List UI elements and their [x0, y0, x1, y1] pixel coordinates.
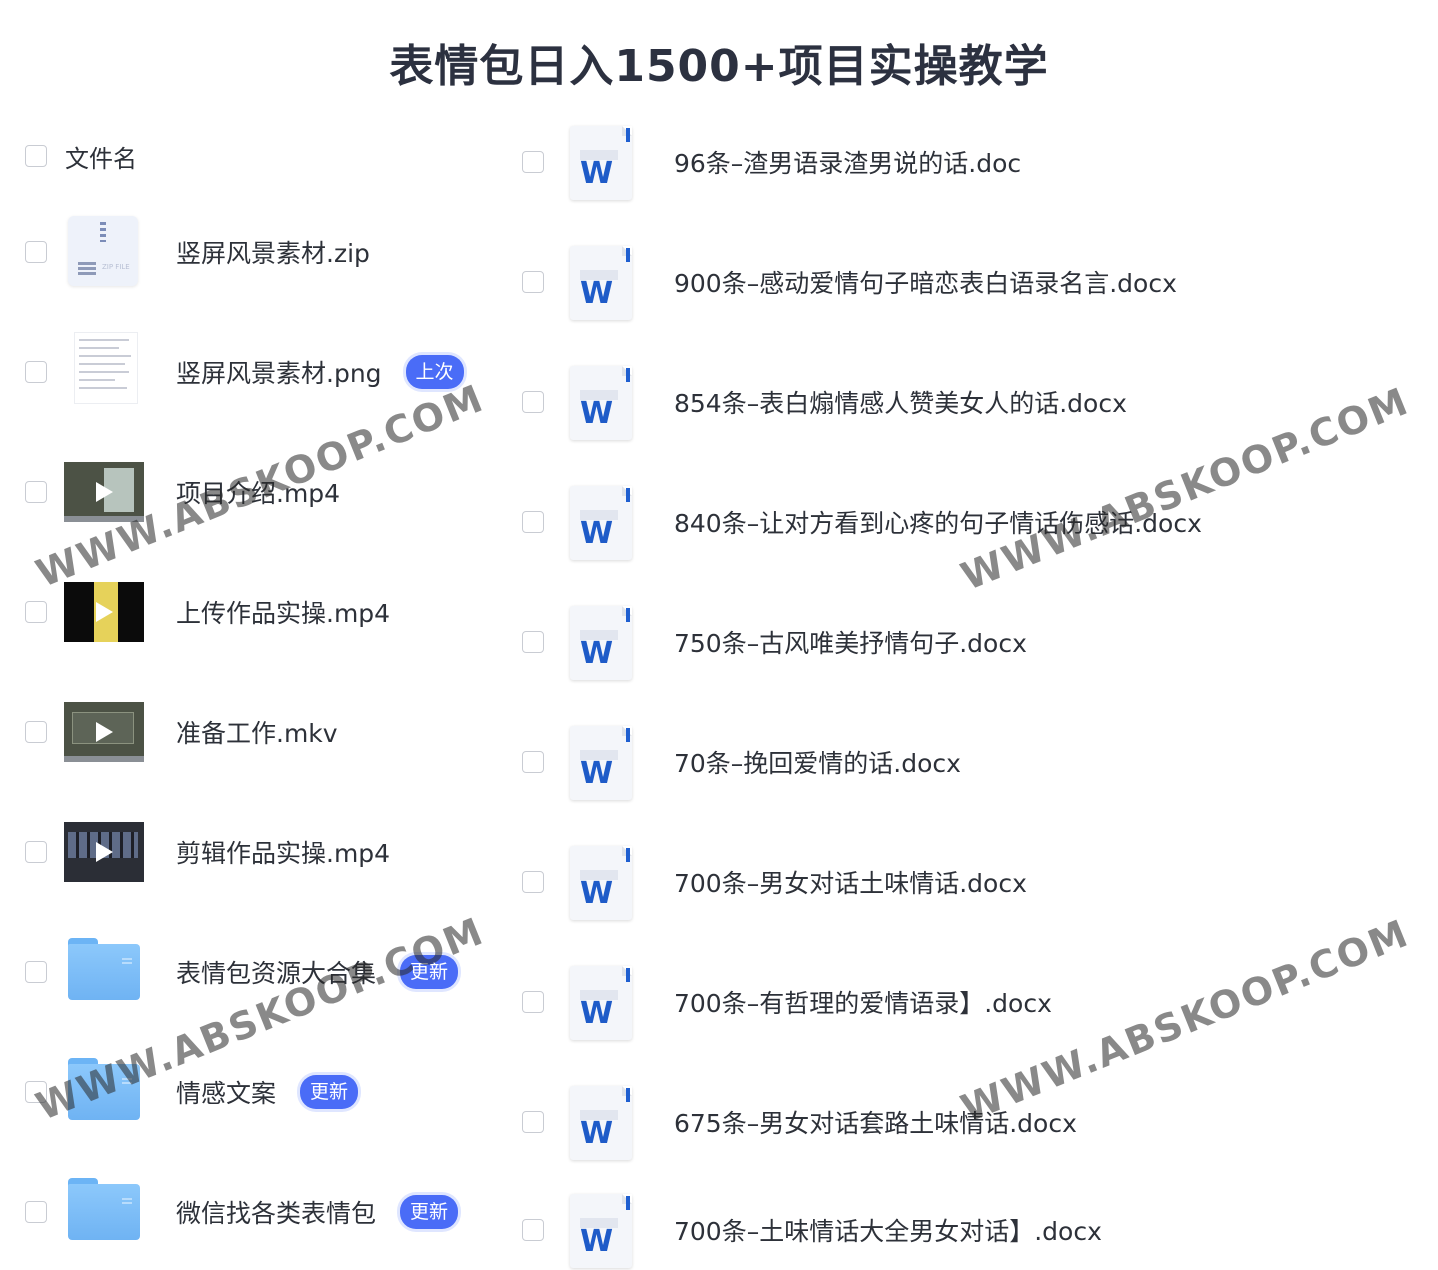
file-checkbox[interactable]	[522, 871, 544, 893]
file-checkbox[interactable]	[522, 631, 544, 653]
file-row[interactable]: W 70条–挽回爱情的话.docx	[0, 722, 961, 802]
word-icon: W	[568, 122, 634, 202]
file-name[interactable]: 900条–感动爱情句子暗恋表白语录名言.docx	[674, 264, 1177, 300]
word-icon: W	[568, 842, 634, 922]
file-name[interactable]: 700条–有哲理的爱情语录】.docx	[674, 984, 1052, 1020]
page-title: 表情包日入1500+项目实操教学	[389, 41, 1049, 92]
file-checkbox[interactable]	[522, 1111, 544, 1133]
file-row[interactable]: W 900条–感动爱情句子暗恋表白语录名言.docx	[0, 242, 1177, 322]
file-row[interactable]: W 700条–有哲理的爱情语录】.docx	[0, 962, 1052, 1042]
file-name[interactable]: 70条–挽回爱情的话.docx	[674, 744, 961, 780]
file-row[interactable]: W 700条–土味情话大全男女对话】.docx	[0, 1190, 1102, 1270]
word-icon: W	[568, 722, 634, 802]
file-row[interactable]: W 750条–古风唯美抒情句子.docx	[0, 602, 1027, 682]
word-icon: W	[568, 1190, 634, 1270]
file-checkbox[interactable]	[522, 151, 544, 173]
file-name[interactable]: 750条–古风唯美抒情句子.docx	[674, 624, 1027, 660]
file-name[interactable]: 854条–表白煽情感人赞美女人的话.docx	[674, 384, 1127, 420]
file-row[interactable]: W 675条–男女对话套路土味情话.docx	[0, 1082, 1077, 1162]
file-row[interactable]: W 840条–让对方看到心疼的句子情话伤感话.docx	[0, 482, 1202, 562]
file-row[interactable]: W 854条–表白煽情感人赞美女人的话.docx	[0, 362, 1127, 442]
file-name[interactable]: 840条–让对方看到心疼的句子情话伤感话.docx	[674, 504, 1202, 540]
file-checkbox[interactable]	[522, 511, 544, 533]
file-checkbox[interactable]	[522, 271, 544, 293]
file-checkbox[interactable]	[522, 751, 544, 773]
file-checkbox[interactable]	[522, 991, 544, 1013]
word-icon: W	[568, 602, 634, 682]
word-icon: W	[568, 242, 634, 322]
file-checkbox[interactable]	[522, 391, 544, 413]
file-name[interactable]: 700条–男女对话土味情话.docx	[674, 864, 1027, 900]
word-icon: W	[568, 1082, 634, 1162]
file-checkbox[interactable]	[522, 1219, 544, 1241]
file-name[interactable]: 700条–土味情话大全男女对话】.docx	[674, 1212, 1102, 1248]
file-row[interactable]: W 96条–渣男语录渣男说的话.doc	[0, 122, 1021, 202]
file-name[interactable]: 96条–渣男语录渣男说的话.doc	[674, 144, 1021, 180]
file-row[interactable]: W 700条–男女对话土味情话.docx	[0, 842, 1027, 922]
word-icon: W	[568, 362, 634, 442]
file-name[interactable]: 675条–男女对话套路土味情话.docx	[674, 1104, 1077, 1140]
word-icon: W	[568, 482, 634, 562]
word-icon: W	[568, 962, 634, 1042]
